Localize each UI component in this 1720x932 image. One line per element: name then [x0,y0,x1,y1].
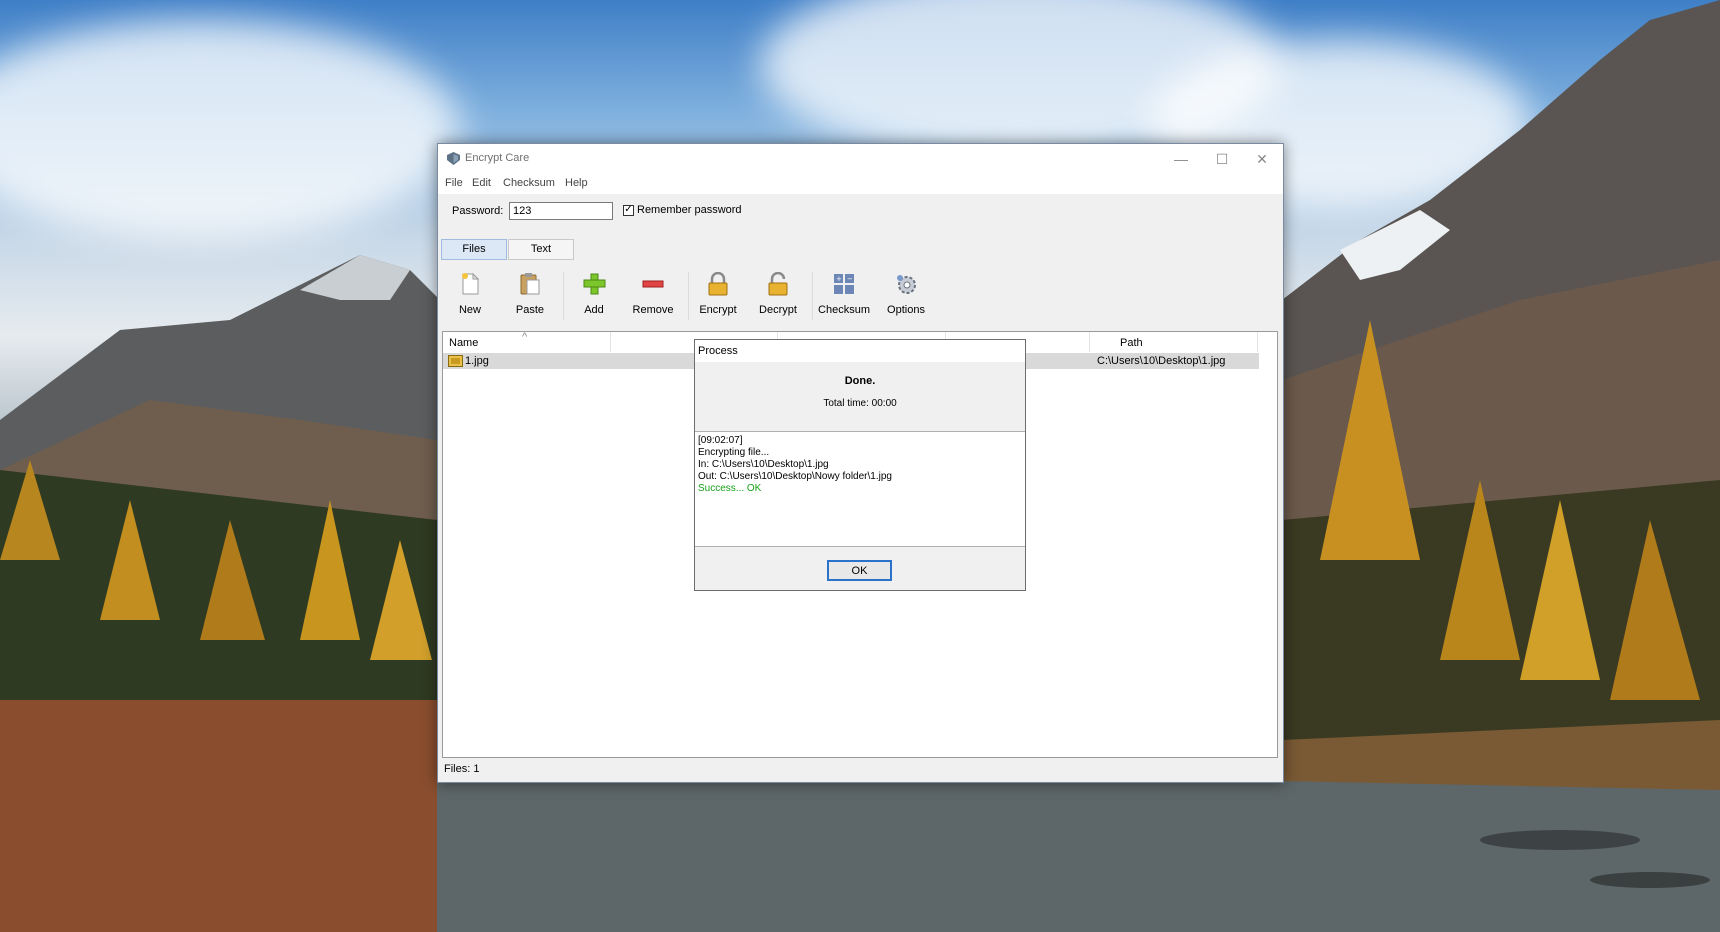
file-path: C:\Users\10\Desktop\1.jpg [1097,355,1226,367]
encrypt-label: Encrypt [699,304,737,316]
svg-text:+: + [836,275,842,283]
jpg-file-icon [448,355,463,367]
title-bar: Encrypt Care — ☐ ✕ [438,144,1283,174]
remember-password-label: Remember password [637,204,742,216]
options-label: Options [887,304,925,316]
new-label: New [458,304,481,316]
window-title: Encrypt Care [465,152,530,164]
process-dialog: Process Done. Total time: 00:00 [09:02:0… [694,339,1026,591]
new-button[interactable]: New [442,264,498,326]
remove-minus-icon [642,280,664,288]
options-button[interactable]: Options [878,264,934,326]
status-file-count: Files: 1 [444,763,480,775]
remove-button[interactable]: Remove [625,264,681,326]
lock-icon [708,272,728,296]
process-log: [09:02:07] Encrypting file... In: C:\Use… [695,431,1025,547]
remember-password-checkbox[interactable]: ✓ Remember password [623,204,742,216]
menu-edit[interactable]: Edit [472,177,491,189]
column-path[interactable]: Path [1090,332,1258,352]
decrypt-button[interactable]: Decrypt [750,264,806,326]
checksum-label: Checksum [818,304,870,316]
tab-text[interactable]: Text [508,239,574,260]
file-name: 1.jpg [465,355,489,367]
log-line: In: C:\Users\10\Desktop\1.jpg [698,459,829,470]
checkbox-checked-icon[interactable]: ✓ [623,204,634,216]
app-shield-icon [447,152,460,165]
add-button[interactable]: Add [566,264,622,326]
close-button[interactable]: ✕ [1242,144,1282,174]
toolbar-separator [812,272,813,320]
log-line: [09:02:07] [698,435,743,446]
checksum-button[interactable]: + − Checksum [816,264,872,326]
password-input[interactable] [509,202,613,220]
minimize-button[interactable]: — [1161,144,1201,174]
calculator-icon: + − [834,274,854,294]
encrypt-button[interactable]: Encrypt [690,264,746,326]
password-label: Password: [452,205,504,217]
sort-ascending-icon: ^ [522,331,528,343]
log-line: Out: C:\Users\10\Desktop\Nowy folder\1.j… [698,471,892,482]
toolbar: New Paste Add Remove Encrypt Decrypt + −… [438,264,1283,328]
paste-label: Paste [515,304,545,316]
maximize-button[interactable]: ☐ [1202,144,1242,174]
log-line: Encrypting file... [698,447,770,458]
paste-icon [520,273,540,295]
toolbar-separator [688,272,689,320]
total-time-label: Total time: 00:00 [823,398,897,409]
add-plus-icon [583,273,606,295]
dialog-headline: Done. [844,375,876,387]
paste-button[interactable]: Paste [502,264,558,326]
ok-button[interactable]: OK [827,560,892,581]
new-file-icon [462,272,480,295]
gear-icon [897,275,916,294]
column-name[interactable]: Name ^ [443,331,611,352]
tab-files[interactable]: Files [441,239,507,260]
menu-file[interactable]: File [445,177,463,189]
menu-checksum[interactable]: Checksum [503,177,555,189]
remove-label: Remove [632,304,674,316]
decrypt-label: Decrypt [759,304,797,316]
add-label: Add [584,304,604,316]
svg-text:−: − [847,275,853,283]
dialog-title: Process [695,340,1025,362]
unlock-icon [768,272,788,296]
log-success-line: Success... OK [698,483,762,494]
menu-bar: File Edit Checksum Help [438,174,1283,194]
toolbar-separator [563,272,564,320]
menu-help[interactable]: Help [565,177,588,189]
